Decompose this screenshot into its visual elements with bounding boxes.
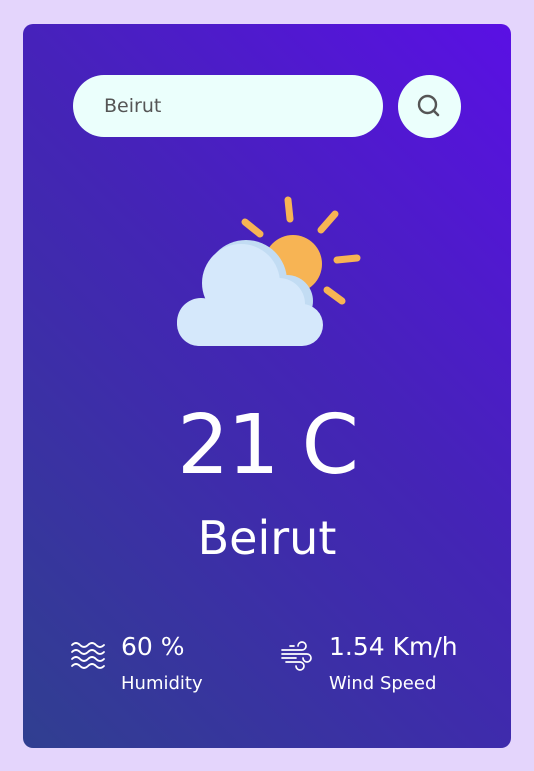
city-name: Beirut [197,511,337,565]
search-input[interactable] [73,75,383,137]
wind-icon [281,641,312,671]
wind-speed-label: Wind Speed [329,673,437,694]
search-icon [417,94,440,117]
wind-speed-value: 1.54 Km/h [329,632,458,661]
partly-cloudy-icon [177,196,361,346]
humidity-stat: 60 % Humidity [70,630,240,700]
humidity-waves-icon [71,642,105,669]
weather-card: 21 C Beirut 60 % Humidity 1.54 Km/h Wind… [23,24,511,748]
humidity-label: Humidity [121,673,203,694]
humidity-value: 60 % [121,632,185,661]
search-bar [73,75,461,138]
search-button[interactable] [398,75,461,138]
temperature: 21 C [177,398,359,493]
wind-stat: 1.54 Km/h Wind Speed [280,630,480,700]
